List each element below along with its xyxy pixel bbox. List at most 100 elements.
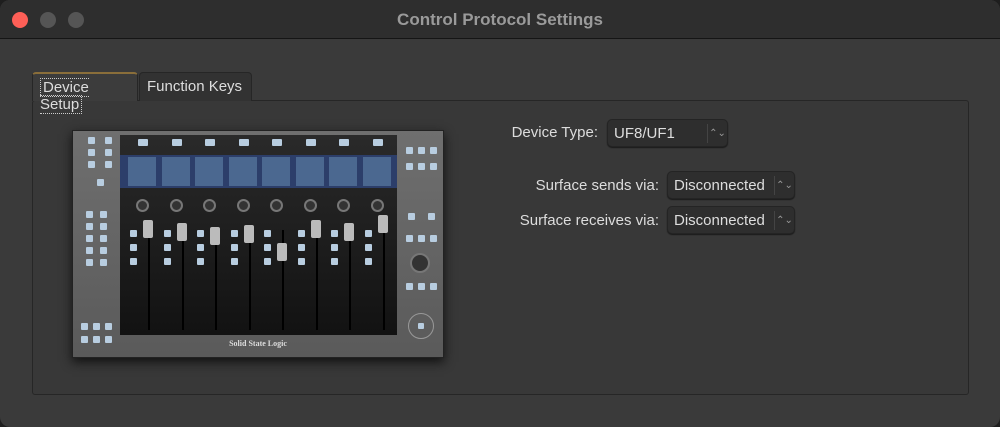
send-button — [86, 235, 93, 242]
layer-button — [105, 137, 112, 144]
channel-select-button — [339, 139, 349, 146]
channel-button — [264, 258, 271, 265]
soft-key-button — [418, 147, 425, 154]
selection-mode-button — [418, 235, 425, 242]
channel-display — [161, 157, 190, 186]
channel-display — [228, 157, 257, 186]
tab-label: Function Keys — [147, 78, 243, 95]
channel-button — [163, 244, 171, 251]
channel-display — [329, 157, 357, 186]
vpot-knob — [203, 199, 216, 212]
dpad-center — [418, 323, 424, 329]
channel-button — [331, 230, 338, 237]
fader-cap — [310, 220, 321, 238]
receives-select[interactable]: Disconnected ⌃⌄ — [667, 206, 795, 234]
fader-track — [315, 230, 318, 330]
channel-button — [264, 244, 271, 251]
ssl-logo: Solid State Logic — [229, 339, 287, 348]
selection-mode-button — [406, 235, 413, 242]
automation-button — [93, 323, 100, 330]
send-button — [86, 259, 93, 266]
channel-button — [297, 230, 305, 237]
send-button — [86, 247, 93, 254]
send-button — [100, 223, 107, 230]
receives-value: Disconnected — [674, 212, 765, 229]
device-type-label: Device Type: — [511, 124, 598, 141]
vpot-knob — [236, 199, 250, 212]
channel-button — [364, 258, 372, 265]
soft-key-button — [406, 163, 413, 170]
nav-button — [430, 283, 437, 290]
send-button — [100, 235, 107, 242]
stepper-chevron-icon: ⌃⌄ — [774, 176, 794, 195]
sends-select[interactable]: Disconnected ⌃⌄ — [667, 171, 795, 199]
stepper-chevron-icon: ⌃⌄ — [707, 124, 727, 143]
nav-button — [418, 283, 425, 290]
channel-button — [130, 230, 137, 237]
channel-select-button — [272, 139, 282, 146]
stepper-chevron-icon: ⌃⌄ — [774, 211, 794, 230]
uf8-device-image: Solid State Logic — [72, 130, 444, 358]
fader-cap — [243, 225, 254, 243]
right-button-panel — [398, 131, 445, 359]
channel-select-button — [305, 139, 316, 146]
fader-cap — [344, 223, 354, 241]
lcd-strip — [120, 155, 397, 188]
send-button — [100, 259, 107, 266]
channel-display — [362, 157, 391, 186]
layer-button — [105, 149, 112, 156]
sends-label: Surface sends via: — [535, 177, 659, 194]
channel-button — [331, 258, 338, 265]
channel-button — [364, 244, 372, 251]
device-type-select[interactable]: UF8/UF1 ⌃⌄ — [607, 119, 728, 147]
channel-select-button — [372, 139, 383, 146]
soft-key-button — [406, 147, 413, 154]
nav-button — [406, 283, 413, 290]
fader-track — [148, 230, 150, 330]
channel-display — [295, 157, 324, 186]
title-bar: Control Protocol Settings — [0, 0, 1000, 39]
jog-wheel — [410, 253, 430, 273]
vpot-knob — [303, 199, 317, 212]
fader-section — [120, 135, 397, 335]
channel-button — [297, 244, 305, 251]
channel-display — [195, 157, 223, 186]
soft-key-button — [430, 163, 437, 170]
channel-button — [230, 230, 238, 237]
fader-track — [181, 230, 184, 330]
channel-button — [364, 230, 372, 237]
channel-select-button — [205, 139, 215, 146]
fader-cap — [277, 243, 287, 261]
vpot-knob — [169, 199, 183, 212]
send-button — [86, 223, 93, 230]
tab-function-keys[interactable]: Function Keys — [139, 72, 252, 101]
channel-display — [262, 157, 290, 186]
channel-button — [297, 258, 305, 265]
channel-button — [197, 244, 204, 251]
automation-button — [81, 323, 88, 330]
layer-button — [88, 149, 95, 156]
channel-display — [128, 157, 156, 186]
channel-button — [130, 244, 137, 251]
left-button-panel — [73, 131, 120, 359]
function-button — [428, 213, 435, 220]
sends-value: Disconnected — [674, 177, 765, 194]
channel-button — [163, 258, 171, 265]
layer-button — [88, 137, 95, 144]
fader-track — [215, 230, 217, 330]
channel-button — [230, 244, 238, 251]
fader-track — [349, 230, 351, 330]
tab-label: Device Setup — [40, 78, 89, 114]
layer-button — [88, 161, 95, 168]
control-protocol-settings-window: Control Protocol Settings Device Setup F… — [0, 0, 1000, 427]
tab-device-setup[interactable]: Device Setup — [32, 72, 138, 114]
function-button — [408, 213, 415, 220]
channel-button — [331, 244, 338, 251]
channel-button — [197, 230, 204, 237]
send-button — [100, 211, 107, 218]
fader-cap — [377, 215, 388, 233]
channel-button — [230, 258, 238, 265]
channel-select-button — [171, 139, 182, 146]
fader-cap — [176, 223, 187, 241]
window-title: Control Protocol Settings — [397, 10, 603, 29]
